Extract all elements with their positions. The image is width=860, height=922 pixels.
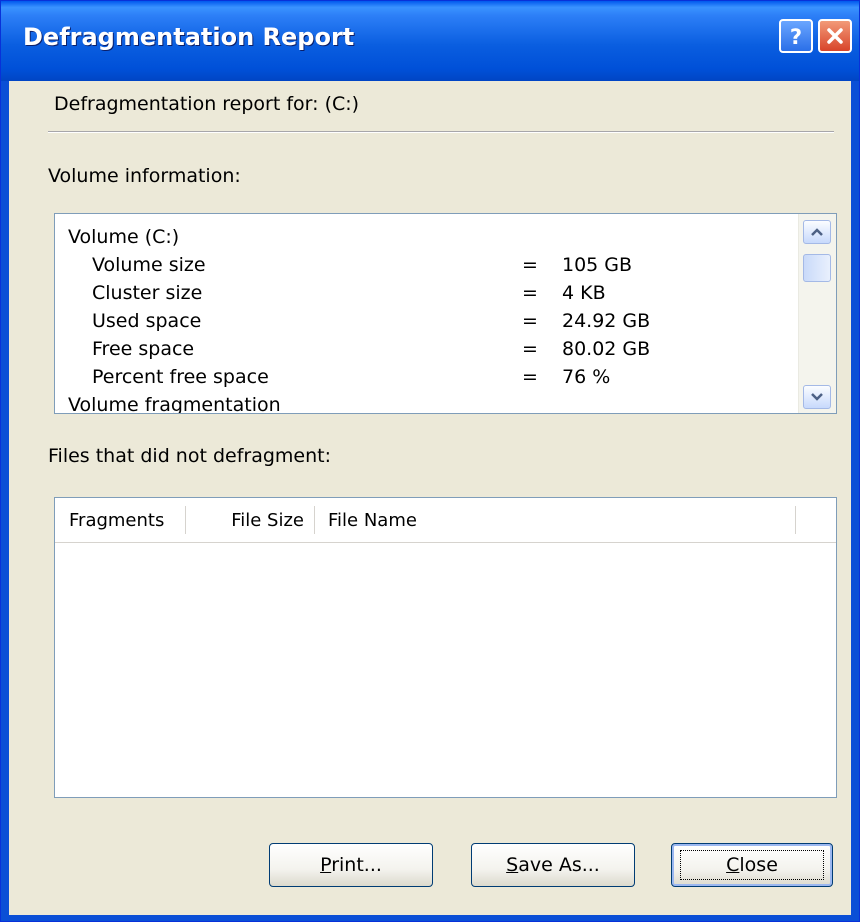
volume-size-label: Volume size (92, 254, 206, 276)
chevron-up-icon (811, 228, 823, 236)
window-frame-right (851, 81, 859, 921)
save-as-button[interactable]: Save As... (471, 843, 635, 887)
scroll-down-button[interactable] (803, 385, 831, 409)
column-header-file-size[interactable]: File Size (186, 498, 314, 542)
volume-info-textbox[interactable]: Volume (C:) Volume size = 105 GB Cluster… (54, 213, 837, 414)
used-space-label: Used space (92, 310, 202, 332)
free-space-value: 80.02 GB (562, 338, 651, 360)
percent-free-space-label: Percent free space (92, 366, 269, 388)
print-button-label: Print... (320, 854, 382, 876)
volume-size-equals: = (522, 254, 538, 276)
window-title: Defragmentation Report (23, 23, 355, 51)
used-space-value: 24.92 GB (562, 310, 651, 332)
files-list[interactable]: Fragments File Size File Name (54, 497, 837, 798)
column-divider[interactable] (795, 506, 796, 534)
close-button[interactable]: Close (671, 843, 833, 887)
chevron-down-icon (811, 393, 823, 401)
close-window-button[interactable] (818, 19, 852, 53)
volume-info-scrollbar[interactable] (798, 214, 836, 413)
close-x-icon (827, 28, 843, 44)
percent-free-space-equals: = (522, 366, 538, 388)
volume-fragmentation-heading: Volume fragmentation (68, 394, 281, 414)
column-header-fragments[interactable]: Fragments (69, 498, 189, 542)
free-space-label: Free space (92, 338, 195, 360)
scroll-up-button[interactable] (803, 220, 831, 244)
cluster-size-label: Cluster size (92, 282, 203, 304)
cluster-size-equals: = (522, 282, 538, 304)
report-heading: Defragmentation report for: (C:) (54, 93, 360, 115)
percent-free-space-value: 76 % (562, 366, 611, 388)
window-frame-bottom (1, 915, 859, 921)
defragmentation-report-dialog: Defragmentation Report ? Defragmentation… (0, 0, 860, 922)
save-as-button-label: Save As... (506, 854, 600, 876)
close-button-label: Close (726, 854, 778, 876)
volume-info-label: Volume information: (48, 165, 241, 187)
svg-text:?: ? (790, 25, 802, 48)
print-button[interactable]: Print... (269, 843, 433, 887)
title-bar[interactable]: Defragmentation Report ? (1, 1, 859, 81)
used-space-equals: = (522, 310, 538, 332)
cluster-size-value: 4 KB (562, 282, 606, 304)
volume-size-value: 105 GB (562, 254, 633, 276)
scroll-thumb[interactable] (803, 254, 831, 282)
help-button[interactable]: ? (779, 19, 813, 53)
files-list-header: Fragments File Size File Name (55, 498, 836, 543)
files-not-defragmented-label: Files that did not defragment: (48, 445, 331, 467)
window-frame-left (1, 81, 9, 921)
question-mark-icon: ? (790, 25, 802, 48)
volume-name: Volume (C:) (68, 226, 180, 248)
free-space-equals: = (522, 338, 538, 360)
column-divider[interactable] (314, 506, 315, 534)
heading-separator (48, 131, 834, 133)
column-header-file-name[interactable]: File Name (328, 498, 788, 542)
